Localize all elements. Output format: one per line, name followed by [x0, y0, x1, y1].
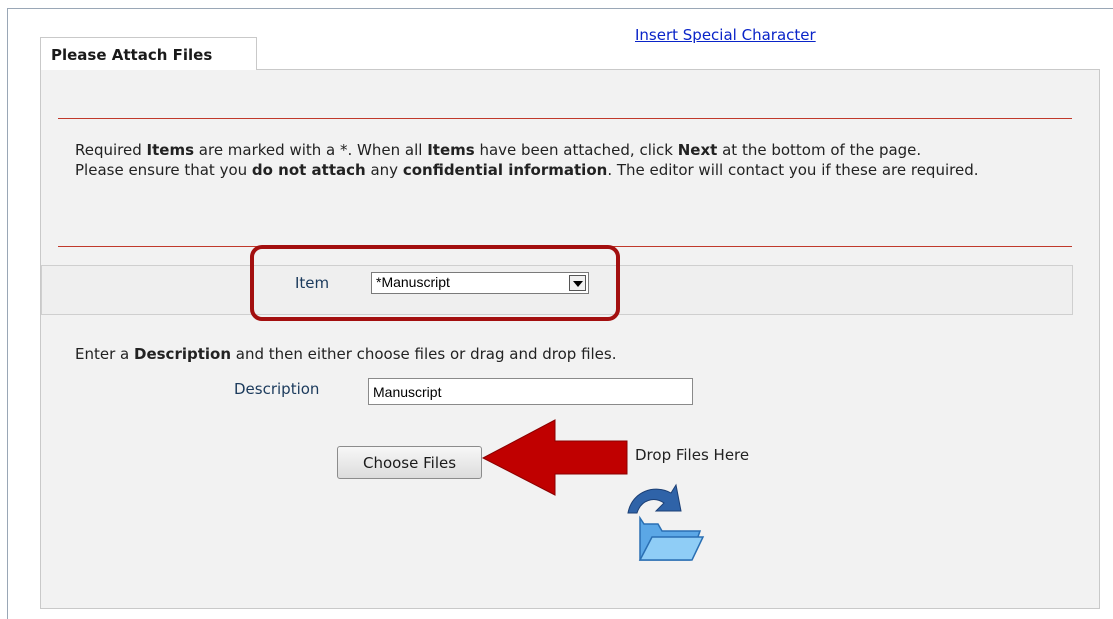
red-arrow-icon — [481, 419, 628, 496]
tab-please-attach-files[interactable]: Please Attach Files — [40, 37, 257, 70]
annotation-graphics — [481, 419, 705, 561]
tab-label: Please Attach Files — [51, 46, 213, 64]
drop-files-label: Drop Files Here — [635, 446, 750, 464]
folder-drop-icon — [627, 483, 705, 561]
